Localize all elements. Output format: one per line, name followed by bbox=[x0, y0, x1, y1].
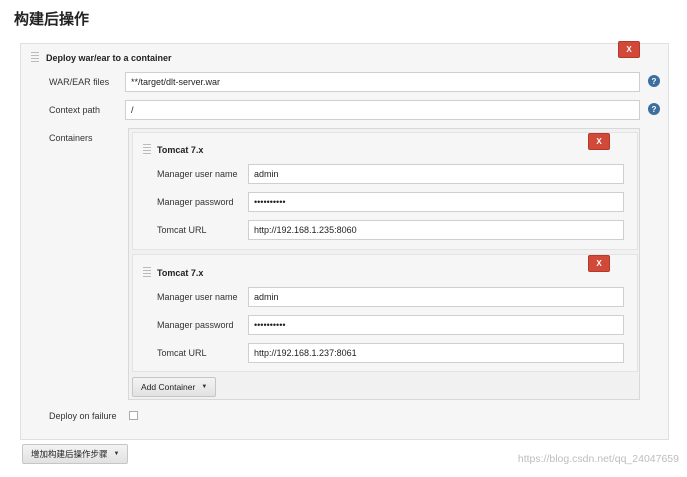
drag-handle-icon[interactable] bbox=[143, 144, 151, 156]
manager-password-label: Manager password bbox=[157, 197, 234, 207]
tomcat-title: Tomcat 7.x bbox=[157, 145, 204, 155]
delete-container-button[interactable]: X bbox=[588, 255, 610, 272]
manager-user-label: Manager user name bbox=[157, 169, 238, 179]
drag-handle-icon[interactable] bbox=[31, 52, 39, 64]
chevron-down-icon: ▼ bbox=[113, 451, 120, 457]
delete-deploy-button[interactable]: X bbox=[618, 41, 640, 58]
tomcat-title: Tomcat 7.x bbox=[157, 268, 204, 278]
war-files-help-icon[interactable]: ? bbox=[648, 75, 660, 87]
tomcat-url-input[interactable]: http://192.168.1.235:8060 bbox=[248, 220, 624, 240]
add-post-build-step-label: 增加构建后操作步骤 bbox=[31, 449, 108, 459]
deploy-on-failure-checkbox[interactable] bbox=[129, 411, 138, 420]
delete-container-button[interactable]: X bbox=[588, 133, 610, 150]
manager-user-label: Manager user name bbox=[157, 292, 238, 302]
add-container-button[interactable]: Add Container ▼ bbox=[132, 377, 217, 397]
tomcat-url-label: Tomcat URL bbox=[157, 225, 207, 235]
context-path-label: Context path bbox=[49, 105, 101, 115]
containers-list: Tomcat 7.x X Manager user name admin Man… bbox=[128, 128, 640, 400]
watermark: https://blog.csdn.net/qq_24047659 bbox=[517, 453, 679, 465]
page-title: 构建后操作 bbox=[14, 11, 90, 28]
tomcat-container-1: Tomcat 7.x X Manager user name admin Man… bbox=[132, 132, 638, 250]
containers-label: Containers bbox=[49, 133, 93, 143]
context-path-input[interactable]: / bbox=[125, 100, 640, 120]
add-post-build-step-button[interactable]: 增加构建后操作步骤 ▼ bbox=[22, 444, 129, 464]
war-files-label: WAR/EAR files bbox=[49, 77, 110, 87]
add-container-label: Add Container bbox=[141, 382, 196, 392]
tomcat-url-label: Tomcat URL bbox=[157, 348, 207, 358]
manager-password-input[interactable]: •••••••••• bbox=[248, 192, 624, 212]
war-files-input[interactable]: **/target/dlt-server.war bbox=[125, 72, 640, 92]
tomcat-container-2: Tomcat 7.x X Manager user name admin Man… bbox=[132, 254, 638, 372]
deploy-section: Deploy war/ear to a container X WAR/EAR … bbox=[20, 41, 669, 440]
manager-user-input[interactable]: admin bbox=[248, 287, 624, 307]
manager-password-input[interactable]: •••••••••• bbox=[248, 315, 624, 335]
manager-user-input[interactable]: admin bbox=[248, 164, 624, 184]
deploy-section-title: Deploy war/ear to a container bbox=[46, 53, 172, 63]
deploy-on-failure-label: Deploy on failure bbox=[49, 411, 117, 421]
context-path-help-icon[interactable]: ? bbox=[648, 103, 660, 115]
manager-password-label: Manager password bbox=[157, 320, 234, 330]
chevron-down-icon: ▼ bbox=[201, 384, 208, 390]
tomcat-url-input[interactable]: http://192.168.1.237:8061 bbox=[248, 343, 624, 363]
drag-handle-icon[interactable] bbox=[143, 267, 151, 279]
